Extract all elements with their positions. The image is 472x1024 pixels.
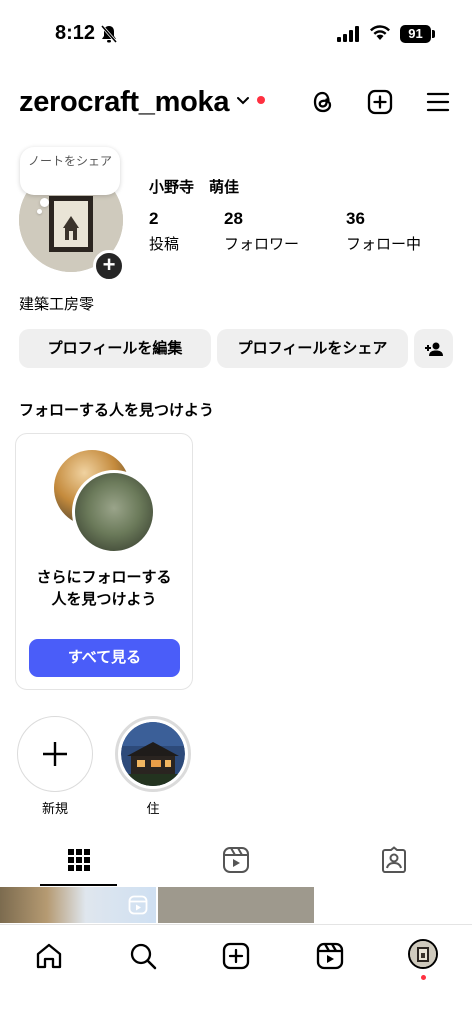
stat-posts-label: 投稿	[149, 236, 180, 253]
new-highlight-button[interactable]	[17, 716, 93, 792]
highlight-house-photo	[121, 722, 185, 786]
note-bubble-tail-small	[37, 209, 42, 214]
suggestion-card-line1: さらにフォローする	[36, 569, 172, 586]
add-person-icon	[424, 342, 443, 356]
create-icon[interactable]	[221, 941, 251, 971]
plus-icon	[43, 742, 67, 766]
reels-icon[interactable]	[222, 846, 250, 874]
stat-following[interactable]: 36 フォロー中	[346, 209, 421, 254]
profile-tabs	[0, 838, 472, 886]
highlight-house[interactable]	[115, 716, 191, 792]
active-tab-indicator	[40, 884, 117, 886]
status-bar: 8:12 91	[0, 0, 472, 64]
stat-posts[interactable]: 2 投稿	[149, 209, 179, 254]
share-profile-button[interactable]: プロフィールをシェア	[217, 329, 408, 368]
home-icon[interactable]	[34, 941, 64, 971]
highlight-label-house: 住	[146, 801, 160, 816]
status-time: 8:12	[55, 22, 96, 44]
suggestion-card-line2: 人を見つけよう	[51, 591, 157, 608]
suggestions-title: フォローする人を見つけよう	[19, 402, 215, 419]
edit-profile-button[interactable]: プロフィールを編集	[19, 329, 211, 368]
stat-followers[interactable]: 28 フォロワー	[224, 209, 299, 254]
add-story-button[interactable]: +	[93, 250, 125, 282]
username-switcher[interactable]: zerocraft_moka	[19, 86, 229, 119]
highlight-label-new: 新規	[41, 801, 68, 816]
note-bubble-tail	[40, 198, 49, 207]
suggestion-photo-front	[72, 470, 156, 554]
post-grid	[0, 887, 472, 923]
threads-icon[interactable]	[309, 88, 337, 116]
discover-people-button[interactable]	[414, 329, 453, 368]
menu-icon[interactable]	[424, 88, 452, 116]
notification-dot	[257, 96, 265, 104]
search-icon[interactable]	[128, 941, 158, 971]
stat-followers-count: 28	[224, 209, 243, 228]
bio-text: 建築工房零	[19, 296, 95, 313]
silent-bell-icon	[100, 25, 118, 43]
stat-following-label: フォロー中	[346, 236, 422, 253]
stat-followers-label: フォロワー	[224, 236, 300, 253]
suggestion-card: さらにフォローする 人を見つけよう すべて見る	[15, 433, 193, 690]
reels-nav-icon[interactable]	[315, 941, 345, 971]
grid-icon[interactable]	[67, 848, 91, 872]
create-post-icon[interactable]	[366, 88, 394, 116]
signal-icon	[337, 26, 359, 42]
post-thumbnail[interactable]	[0, 887, 156, 923]
profile-avatar-nav[interactable]	[408, 939, 438, 969]
profile-header: zerocraft_moka	[0, 76, 472, 128]
chevron-down-icon[interactable]	[236, 96, 250, 106]
stat-posts-count: 2	[149, 209, 159, 228]
suggestion-card-text: さらにフォローする 人を見つけよう	[16, 567, 192, 611]
note-bubble[interactable]: ノートをシェア	[20, 147, 120, 195]
avatar-photo-small	[410, 941, 436, 967]
notification-dot	[421, 975, 426, 980]
tagged-icon[interactable]	[380, 846, 408, 874]
note-text: ノートをシェア	[27, 154, 112, 168]
stat-following-count: 36	[346, 209, 365, 228]
wifi-icon	[370, 25, 390, 40]
battery-tip	[432, 30, 435, 38]
see-all-button[interactable]: すべて見る	[29, 639, 180, 677]
post-thumbnail[interactable]	[158, 887, 314, 923]
reel-badge-icon	[128, 895, 148, 915]
full-name: 小野寺 萌佳	[149, 179, 240, 196]
bottom-navigation	[0, 924, 472, 1024]
battery-indicator: 91	[400, 25, 431, 43]
